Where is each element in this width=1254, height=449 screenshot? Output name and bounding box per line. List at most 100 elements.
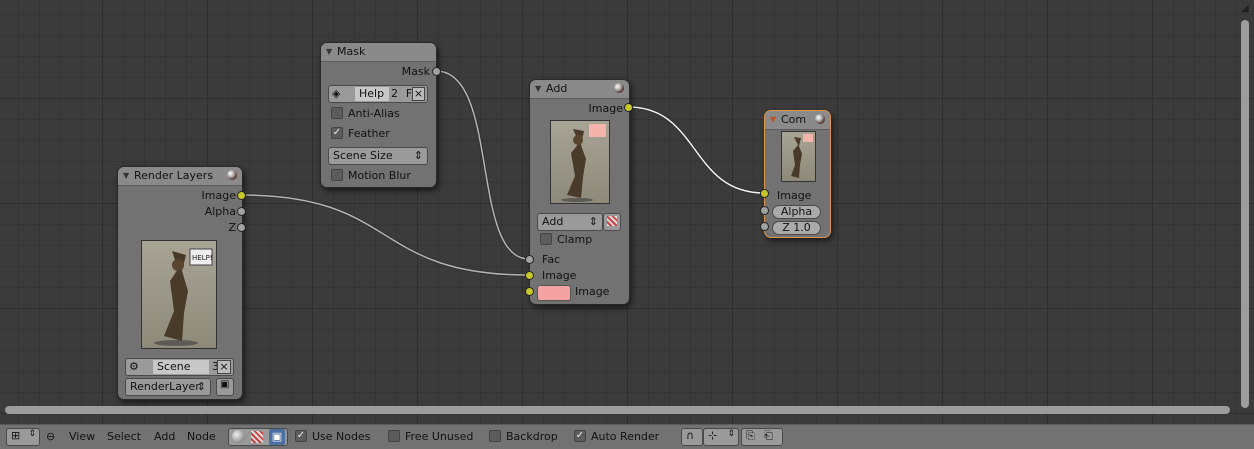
render-button[interactable]: ▣ — [216, 378, 234, 396]
checkbox-icon[interactable] — [489, 430, 501, 442]
render-layers-header[interactable]: ▼ Render Layers — [118, 167, 242, 186]
mask-icon: ◈ — [332, 87, 341, 100]
coyote-figure-icon — [561, 124, 606, 202]
node-editor-icon: ⊞ — [11, 429, 21, 442]
texture-nodes-icon[interactable] — [251, 431, 263, 443]
camera-icon: ▣ — [220, 379, 230, 390]
renderlayer-dropdown[interactable]: RenderLayer ⇕ — [125, 378, 211, 396]
compositing-nodes-icon[interactable]: ▣ — [269, 429, 285, 445]
coyote-figure-icon — [791, 134, 813, 178]
magnet-icon: ∩ — [686, 429, 695, 442]
socket-composite-alpha[interactable] — [760, 206, 769, 215]
scene-selector[interactable]: ⚙ Scene 3 × — [125, 358, 234, 376]
mask-node[interactable]: ▼ Mask Mask ◈ Help 2 F × Anti-Alias ✓ Fea… — [320, 42, 437, 188]
auto-render-toggle[interactable]: ✓ Auto Render — [574, 429, 659, 445]
socket-composite-image[interactable] — [760, 189, 769, 198]
anti-alias-checkbox[interactable]: Anti-Alias — [331, 106, 400, 122]
output-image: Image — [588, 102, 623, 115]
snap-grid-icon: ⊹ — [708, 429, 718, 442]
checkbox-icon[interactable] — [540, 233, 552, 245]
render-layers-node[interactable]: ▼ Render Layers Image Alpha Z HELP! ⚙ Sc… — [117, 166, 243, 400]
preview-toggle-icon[interactable] — [614, 83, 624, 93]
menu-view[interactable]: View — [69, 429, 95, 445]
dropdown-arrows-icon: ⇕ — [413, 149, 423, 162]
blend-mode-dropdown[interactable]: Add ⇕ — [537, 213, 603, 231]
collapse-triangle-icon[interactable]: ▼ — [770, 111, 776, 129]
copy-icon[interactable]: ⎘ — [746, 429, 755, 443]
menu-select[interactable]: Select — [107, 429, 141, 445]
dropdown-arrows-icon: ⇕ — [28, 429, 36, 439]
socket-add-output[interactable] — [624, 103, 633, 112]
shader-nodes-icon[interactable] — [232, 430, 245, 443]
add-preview-image — [550, 120, 610, 204]
socket-render-alpha[interactable] — [237, 207, 246, 216]
composite-preview-image — [781, 131, 816, 182]
render-preview-image: HELP! — [141, 240, 217, 349]
checkmark-icon[interactable]: ✓ — [295, 430, 307, 442]
socket-render-z[interactable] — [237, 223, 246, 232]
snap-element-dropdown[interactable]: ⊹ ⇕ — [703, 428, 739, 446]
node-editor[interactable]: ▼ Render Layers Image Alpha Z HELP! ⚙ Sc… — [0, 0, 1254, 424]
paste-icon[interactable]: ⎗ — [764, 429, 773, 443]
feather-checkbox[interactable]: ✓ Feather — [331, 126, 390, 142]
link-render-image-to-add-image — [240, 193, 530, 277]
composite-node[interactable]: ▼ Com Image Alpha Z 1.0 — [764, 110, 831, 238]
collapse-triangle-icon[interactable]: ▼ — [123, 167, 129, 185]
use-nodes-toggle[interactable]: ✓ Use Nodes — [295, 429, 371, 445]
checkbox-icon[interactable] — [331, 169, 343, 181]
node-title: Com — [781, 113, 807, 126]
unlink-scene-icon[interactable]: × — [217, 360, 231, 374]
input-fac: Fac — [542, 253, 561, 266]
scene-name: Scene — [153, 360, 209, 374]
socket-mask-output[interactable] — [432, 67, 441, 76]
checkmark-icon[interactable]: ✓ — [574, 430, 586, 442]
vertical-scrollbar[interactable] — [1241, 20, 1249, 408]
output-image: Image — [201, 189, 236, 202]
clamp-checkbox[interactable]: Clamp — [540, 232, 592, 248]
free-unused-toggle[interactable]: Free Unused — [388, 429, 473, 445]
socket-add-image-2[interactable] — [525, 287, 534, 296]
socket-composite-z[interactable] — [760, 222, 769, 231]
preview-toggle-icon[interactable] — [815, 114, 825, 124]
alpha-checker-icon — [607, 216, 617, 226]
dropdown-arrows-icon: ⇕ — [196, 380, 206, 393]
motion-blur-checkbox[interactable]: Motion Blur — [331, 168, 411, 184]
help-sign-text: HELP! — [192, 254, 213, 262]
mask-header[interactable]: ▼ Mask — [321, 43, 436, 62]
input-color-swatch[interactable] — [537, 285, 571, 301]
tree-type-buttons[interactable]: ▣ — [228, 428, 288, 446]
link-add-to-composite — [627, 105, 765, 195]
snap-toggle-button[interactable]: ∩ — [681, 428, 703, 446]
editor-type-button[interactable]: ⊞ ⇕ — [6, 428, 40, 446]
socket-add-fac[interactable] — [525, 255, 534, 264]
collapse-menus-icon[interactable]: ⊖ — [46, 429, 55, 445]
input-image: Image — [777, 189, 812, 202]
checkbox-icon[interactable] — [388, 430, 400, 442]
input-image-1: Image — [542, 269, 577, 282]
menu-add[interactable]: Add — [154, 429, 175, 445]
collapse-triangle-icon[interactable]: ▼ — [535, 80, 541, 98]
unlink-mask-icon[interactable]: × — [412, 87, 425, 101]
checkmark-icon[interactable]: ✓ — [331, 127, 343, 139]
alpha-value-field[interactable]: Alpha — [772, 205, 821, 219]
size-mode-dropdown[interactable]: Scene Size ⇕ — [328, 147, 428, 165]
add-header[interactable]: ▼ Add — [530, 80, 629, 99]
mask-datablock-selector[interactable]: ◈ Help 2 F × — [328, 85, 428, 103]
z-value-field[interactable]: Z 1.0 — [772, 221, 821, 235]
socket-add-image-1[interactable] — [525, 271, 534, 280]
area-split-icon[interactable]: ◢ — [1241, 3, 1249, 14]
composite-header[interactable]: ▼ Com — [765, 111, 830, 130]
horizontal-scrollbar[interactable] — [5, 406, 1230, 414]
node-title: Add — [546, 82, 568, 95]
copy-paste-buttons[interactable]: ⎘ ⎗ — [741, 428, 783, 446]
use-alpha-button[interactable] — [603, 213, 621, 231]
collapse-triangle-icon[interactable]: ▼ — [326, 43, 332, 61]
add-mix-node[interactable]: ▼ Add Image Add ⇕ Clamp Fac Image Image — [529, 79, 630, 305]
backdrop-toggle[interactable]: Backdrop — [489, 429, 558, 445]
dropdown-arrows-icon: ⇕ — [727, 429, 735, 439]
preview-toggle-icon[interactable] — [227, 170, 237, 180]
menu-node[interactable]: Node — [187, 429, 216, 445]
socket-render-image[interactable] — [237, 191, 246, 200]
mask-users: 2 — [391, 87, 398, 100]
checkbox-icon[interactable] — [331, 107, 343, 119]
